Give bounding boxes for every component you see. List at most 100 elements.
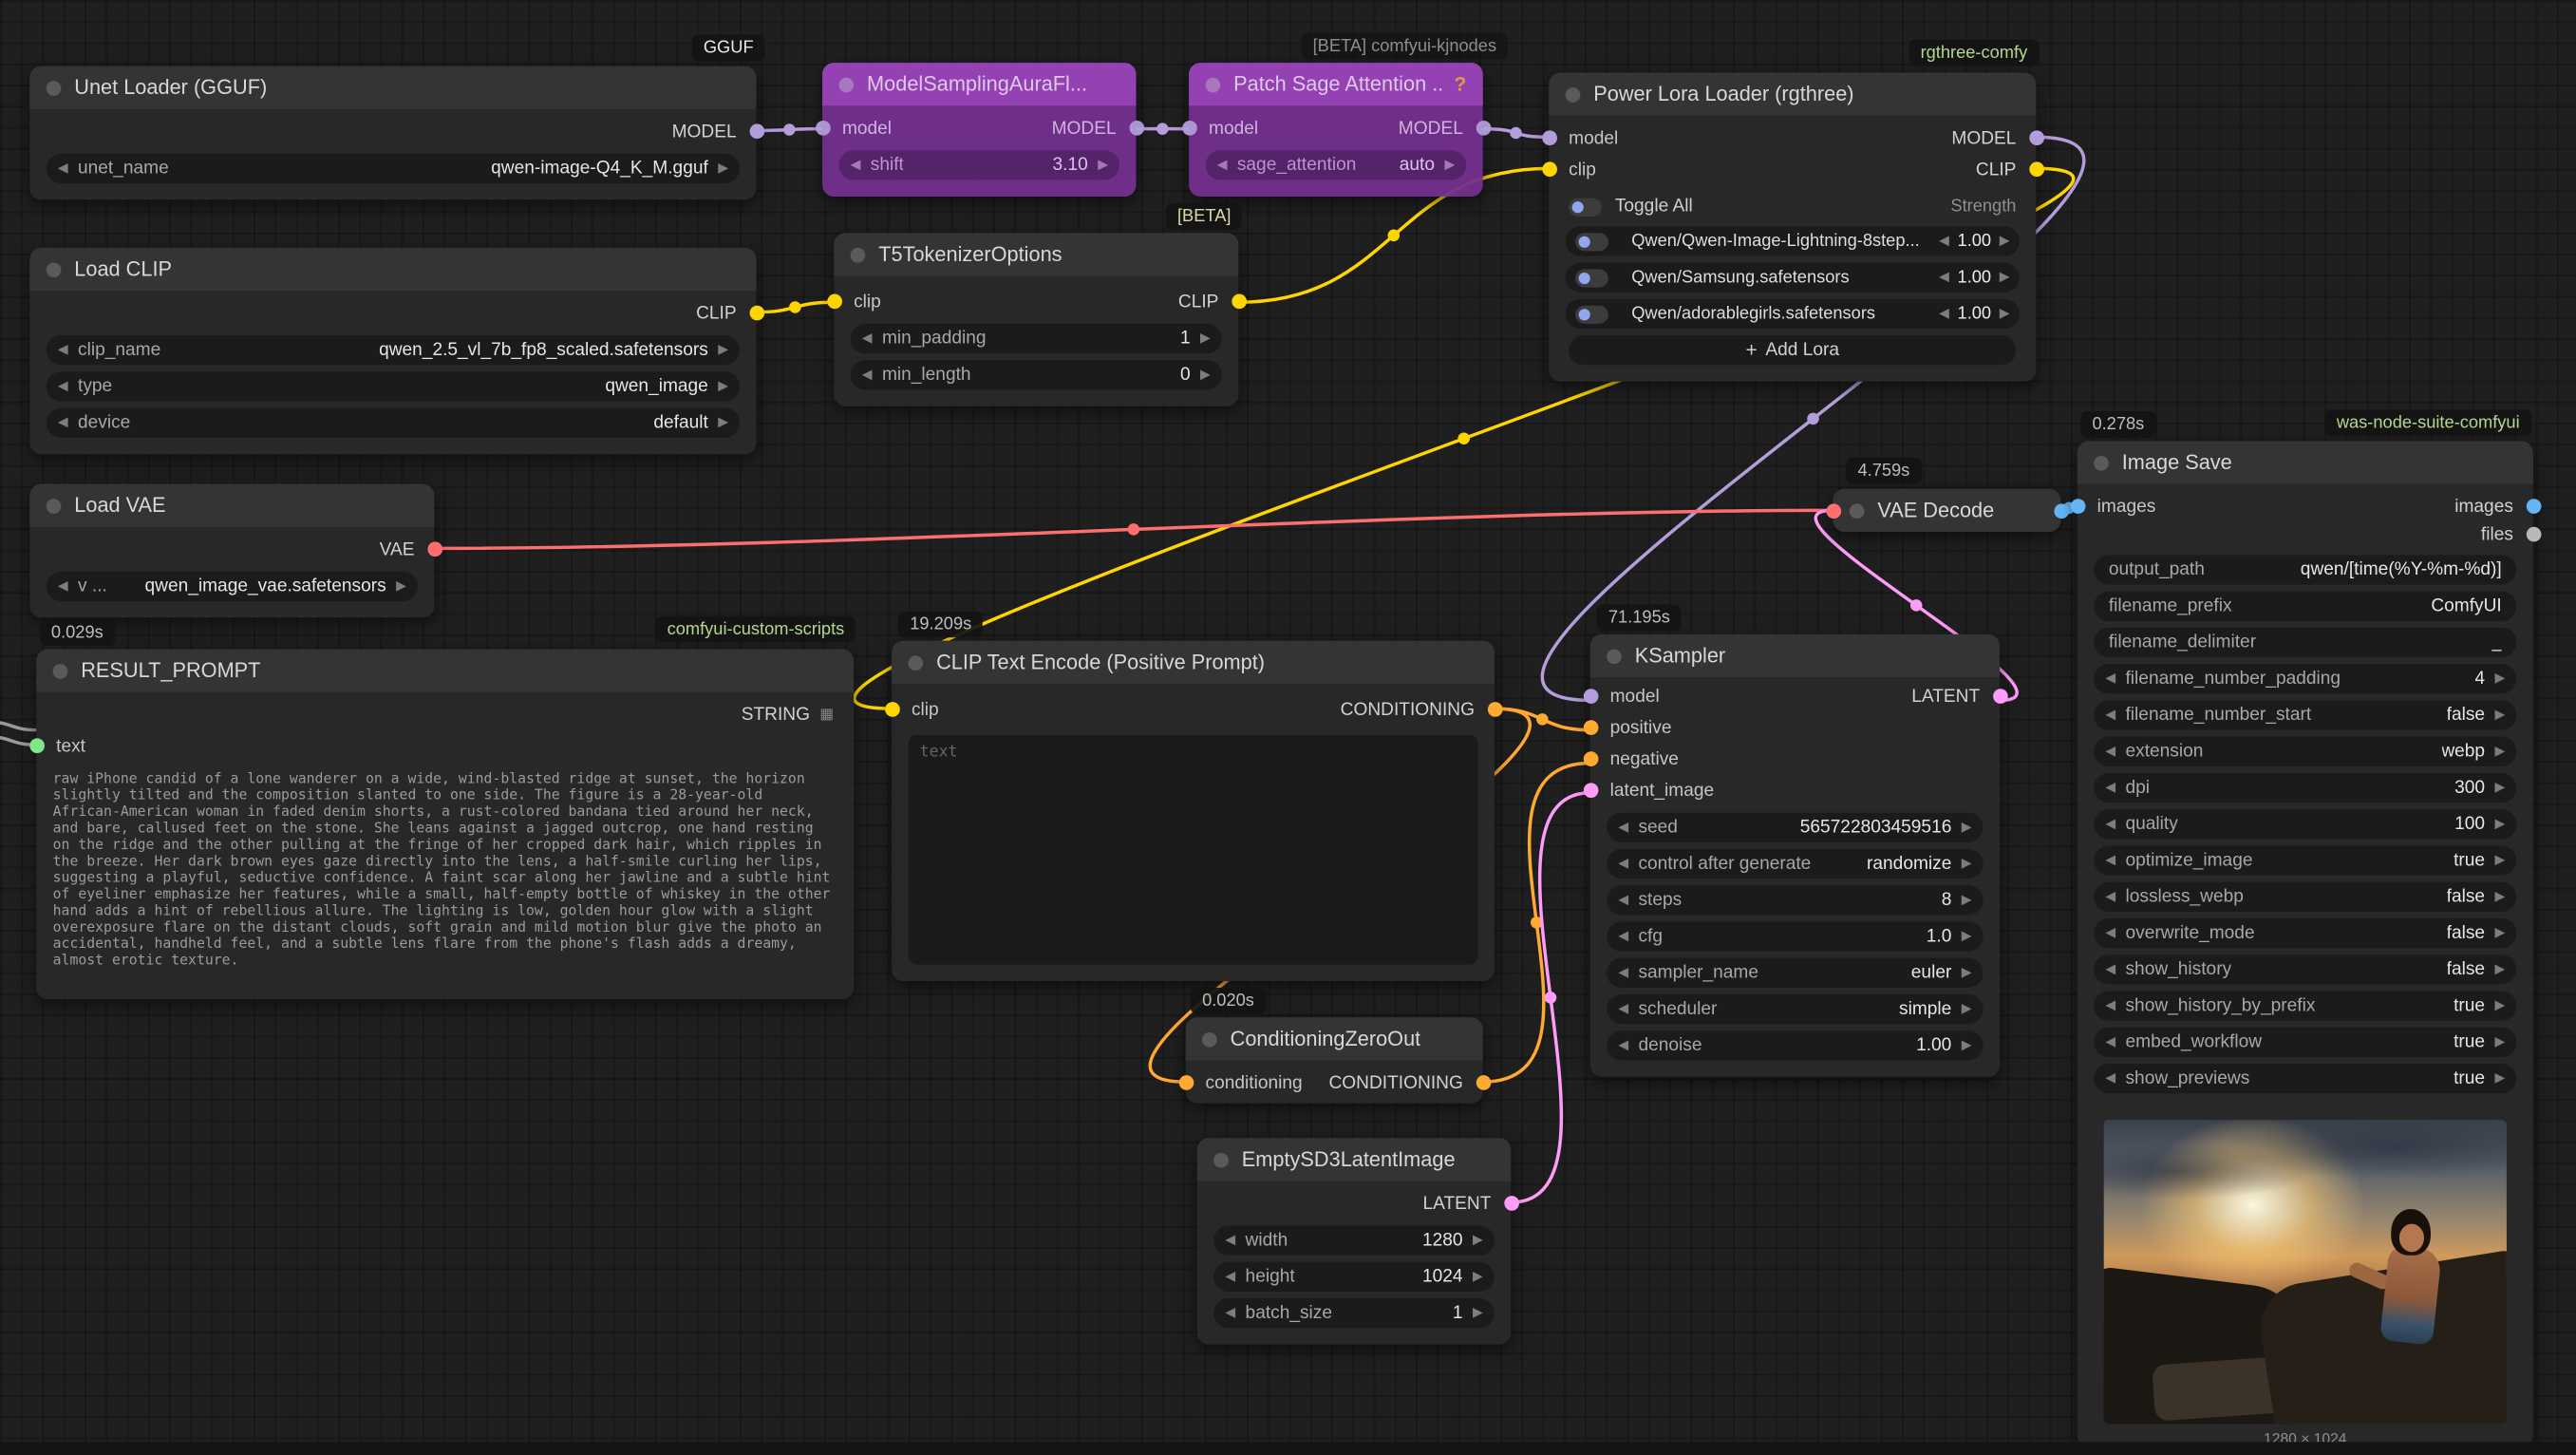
- arrow-left-icon[interactable]: ◀: [58, 161, 68, 175]
- overwrite-mode-widget[interactable]: ◀ overwrite_mode false ▶: [2094, 918, 2516, 948]
- node-header[interactable]: Load CLIP: [29, 248, 756, 291]
- lora-row[interactable]: Qwen/Samsung.safetensors ◀ 1.00 ▶: [1566, 263, 2020, 293]
- filename-number-padding-widget[interactable]: ◀ filename_number_padding 4 ▶: [2094, 664, 2516, 693]
- node-header[interactable]: RESULT_PROMPT: [36, 649, 854, 691]
- node-header[interactable]: Patch Sage Attention ... ?: [1189, 63, 1483, 105]
- arrow-left-icon[interactable]: ◀: [1618, 858, 1628, 871]
- type-widget[interactable]: ◀ type qwen_image ▶: [47, 371, 740, 401]
- collapse-dot[interactable]: [851, 247, 866, 262]
- arrow-right-icon[interactable]: ▶: [718, 416, 728, 429]
- arrow-left-icon[interactable]: ◀: [1618, 1003, 1628, 1016]
- arrow-right-icon[interactable]: ▶: [1962, 1003, 1972, 1016]
- clip-name-widget[interactable]: ◀ clip_name qwen_2.5_vl_7b_fp8_scaled.sa…: [47, 335, 740, 365]
- arrow-left-icon[interactable]: ◀: [2105, 1035, 2115, 1049]
- height-widget[interactable]: ◀ height 1024 ▶: [1213, 1262, 1495, 1292]
- arrow-right-icon[interactable]: ▶: [2495, 1035, 2506, 1049]
- add-lora-button[interactable]: + Add Lora: [1569, 335, 2016, 365]
- node-header[interactable]: CLIP Text Encode (Positive Prompt): [892, 641, 1495, 684]
- node-header[interactable]: KSampler: [1590, 634, 2000, 677]
- collapse-dot[interactable]: [1202, 1031, 1217, 1047]
- arrow-right-icon[interactable]: ▶: [1473, 1270, 1483, 1283]
- arrow-left-icon[interactable]: ◀: [1618, 930, 1628, 943]
- arrow-right-icon[interactable]: ▶: [2495, 854, 2506, 867]
- arrow-left-icon[interactable]: ◀: [1618, 894, 1628, 907]
- arrow-left-icon[interactable]: ◀: [1618, 821, 1628, 834]
- node-header[interactable]: T5TokenizerOptions: [834, 233, 1238, 275]
- model-output-port[interactable]: [1129, 121, 1144, 136]
- text-prompt-textarea[interactable]: text: [909, 735, 1478, 965]
- vae-output-port[interactable]: [427, 541, 442, 557]
- conditioning-input-port[interactable]: [1178, 1075, 1194, 1090]
- denoise-widget[interactable]: ◀ denoise 1.00 ▶: [1607, 1030, 1984, 1060]
- arrow-left-icon[interactable]: ◀: [862, 368, 873, 382]
- clip-output-port[interactable]: [1231, 294, 1246, 310]
- arrow-left-icon[interactable]: ◀: [862, 332, 873, 346]
- arrow-left-icon[interactable]: ◀: [2105, 745, 2115, 758]
- arrow-right-icon[interactable]: ▶: [2495, 927, 2506, 940]
- arrow-left-icon[interactable]: ◀: [2105, 963, 2115, 976]
- collapse-dot[interactable]: [47, 498, 62, 513]
- arrow-left-icon[interactable]: ◀: [2105, 854, 2115, 867]
- arrow-right-icon[interactable]: ▶: [2495, 745, 2506, 758]
- steps-widget[interactable]: ◀ steps 8 ▶: [1607, 885, 1984, 915]
- unet-name-widget[interactable]: ◀ unet_name qwen-image-Q4_K_M.gguf ▶: [47, 154, 740, 183]
- collapse-dot[interactable]: [2094, 455, 2109, 470]
- output-path-widget[interactable]: output_path qwen/[time(%Y-%m-%d)]: [2094, 555, 2516, 584]
- sampler-name-widget[interactable]: ◀ sampler_name euler ▶: [1607, 958, 1984, 988]
- collapse-dot[interactable]: [1850, 503, 1865, 519]
- collapse-dot[interactable]: [909, 655, 924, 671]
- arrow-left-icon[interactable]: ◀: [2105, 672, 2115, 686]
- arrow-left-icon[interactable]: ◀: [1225, 1270, 1235, 1283]
- prompt-text-widget[interactable]: raw iPhone candid of a lone wanderer on …: [53, 771, 837, 999]
- model-input-port[interactable]: [815, 121, 830, 136]
- arrow-right-icon[interactable]: ▶: [396, 579, 406, 593]
- clip-input-port[interactable]: [1541, 161, 1556, 177]
- show-previews-widget[interactable]: ◀ show_previews true ▶: [2094, 1064, 2516, 1093]
- scheduler-widget[interactable]: ◀ scheduler simple ▶: [1607, 994, 1984, 1024]
- arrow-left-icon[interactable]: ◀: [1225, 1234, 1235, 1247]
- arrow-right-icon[interactable]: ▶: [1962, 894, 1972, 907]
- arrow-left-icon[interactable]: ◀: [1939, 271, 1949, 284]
- min-padding-widget[interactable]: ◀ min_padding 1 ▶: [851, 324, 1222, 353]
- arrow-left-icon[interactable]: ◀: [1939, 307, 1949, 320]
- node-header[interactable]: ModelSamplingAuraFl...: [822, 63, 1136, 105]
- arrow-left-icon[interactable]: ◀: [1217, 159, 1228, 172]
- vae-name-widget[interactable]: ◀ v ... qwen_image_vae.safetensors ▶: [47, 572, 418, 601]
- arrow-left-icon[interactable]: ◀: [58, 344, 68, 357]
- optimize-image-widget[interactable]: ◀ optimize_image true ▶: [2094, 845, 2516, 875]
- arrow-left-icon[interactable]: ◀: [58, 380, 68, 393]
- extension-widget[interactable]: ◀ extension webp ▶: [2094, 737, 2516, 766]
- arrow-right-icon[interactable]: ▶: [2495, 1072, 2506, 1086]
- lora-row[interactable]: Qwen/adorablegirls.safetensors ◀ 1.00 ▶: [1566, 299, 2020, 329]
- filename-number-start-widget[interactable]: ◀ filename_number_start false ▶: [2094, 700, 2516, 729]
- filename-delimiter-widget[interactable]: filename_delimiter _: [2094, 628, 2516, 657]
- arrow-right-icon[interactable]: ▶: [718, 344, 728, 357]
- collapse-dot[interactable]: [1566, 86, 1581, 102]
- arrow-right-icon[interactable]: ▶: [2495, 890, 2506, 903]
- node-header[interactable]: Unet Loader (GGUF): [29, 66, 756, 109]
- arrow-left-icon[interactable]: ◀: [2105, 927, 2115, 940]
- clip-input-port[interactable]: [884, 702, 899, 717]
- collapse-dot[interactable]: [1206, 77, 1221, 92]
- latent-image-input-port[interactable]: [1583, 783, 1598, 798]
- model-input-port[interactable]: [1181, 121, 1196, 136]
- arrow-left-icon[interactable]: ◀: [1618, 1039, 1628, 1052]
- arrow-left-icon[interactable]: ◀: [1939, 235, 1949, 248]
- dpi-widget[interactable]: ◀ dpi 300 ▶: [2094, 773, 2516, 803]
- model-input-port[interactable]: [1583, 689, 1598, 704]
- collapse-dot[interactable]: [1607, 649, 1622, 664]
- arrow-right-icon[interactable]: ▶: [2495, 672, 2506, 686]
- images-input-port[interactable]: [2070, 499, 2085, 514]
- positive-input-port[interactable]: [1583, 720, 1598, 735]
- arrow-right-icon[interactable]: ▶: [1962, 858, 1972, 871]
- arrow-right-icon[interactable]: ▶: [2495, 709, 2506, 722]
- show-history-widget[interactable]: ◀ show_history false ▶: [2094, 954, 2516, 984]
- arrow-right-icon[interactable]: ▶: [2495, 963, 2506, 976]
- arrow-right-icon[interactable]: ▶: [1444, 159, 1455, 172]
- lossless-webp-widget[interactable]: ◀ lossless_webp false ▶: [2094, 882, 2516, 912]
- device-widget[interactable]: ◀ device default ▶: [47, 408, 740, 438]
- node-header[interactable]: ConditioningZeroOut: [1186, 1017, 1483, 1060]
- arrow-left-icon[interactable]: ◀: [58, 579, 68, 593]
- node-header[interactable]: EmptySD3LatentImage: [1197, 1138, 1511, 1181]
- collapse-dot[interactable]: [47, 262, 62, 277]
